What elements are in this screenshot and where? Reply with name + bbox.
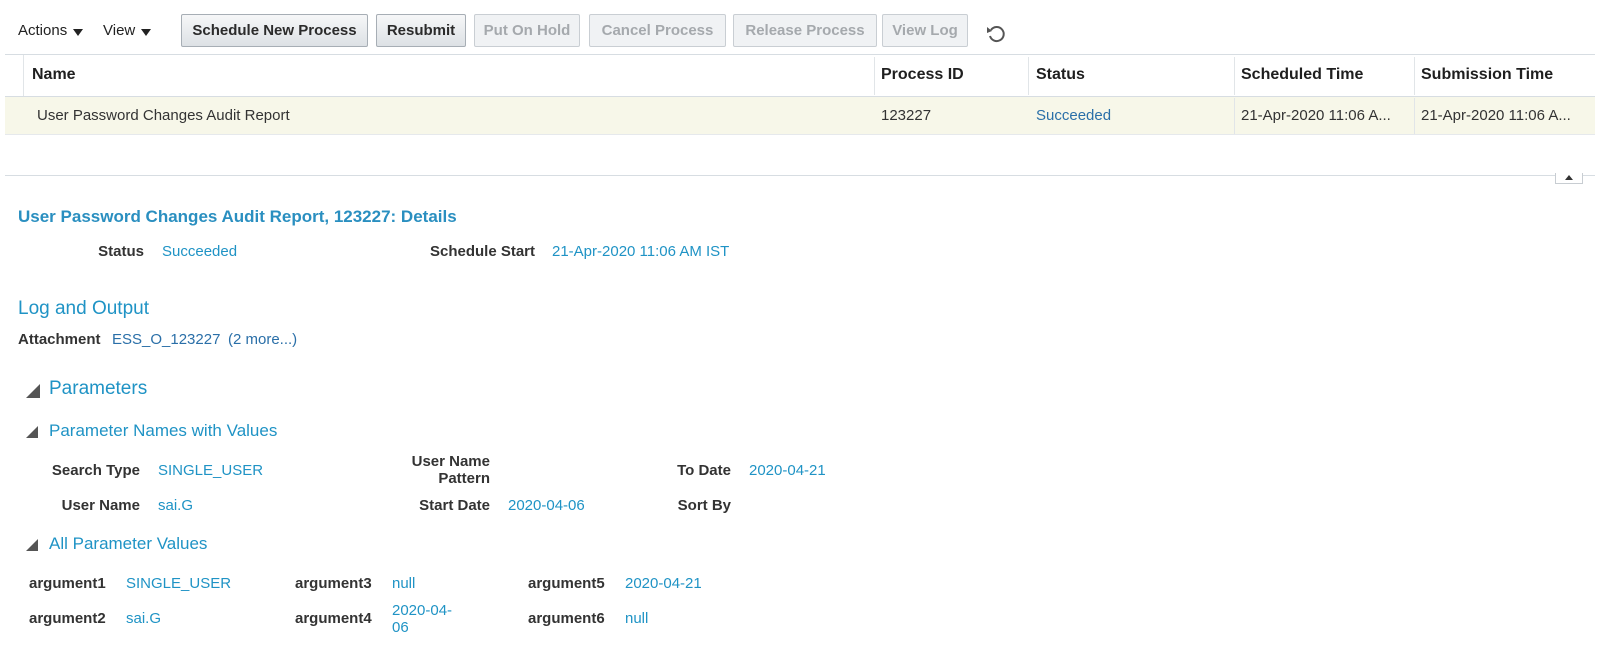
user-name-value: sai.G bbox=[158, 497, 194, 514]
column-header-scheduled-time[interactable]: Scheduled Time bbox=[1241, 66, 1363, 84]
parameters-heading[interactable]: Parameters bbox=[49, 378, 147, 400]
schedule-new-process-button[interactable]: Schedule New Process bbox=[181, 14, 368, 47]
collapse-triangle-icon[interactable] bbox=[26, 426, 38, 438]
cancel-process-button[interactable]: Cancel Process bbox=[589, 14, 726, 47]
column-separator bbox=[1234, 57, 1235, 95]
argument4-value: 2020-04- bbox=[392, 602, 453, 619]
column-separator bbox=[1414, 57, 1415, 95]
row-process-id-cell: 123227 bbox=[881, 107, 932, 124]
actions-menu-label: Actions bbox=[18, 22, 68, 39]
column-separator bbox=[1028, 57, 1029, 95]
chevron-down-icon bbox=[73, 28, 84, 36]
view-menu-label: View bbox=[103, 22, 136, 39]
resubmit-button[interactable]: Resubmit bbox=[376, 14, 466, 47]
column-header-status[interactable]: Status bbox=[1036, 66, 1085, 84]
argument3-label: argument3 bbox=[295, 575, 372, 592]
argument5-label: argument5 bbox=[528, 575, 605, 592]
actions-menu[interactable]: Actions bbox=[18, 22, 84, 39]
argument1-label: argument1 bbox=[29, 575, 106, 592]
put-on-hold-button[interactable]: Put On Hold bbox=[474, 14, 580, 47]
column-separator bbox=[874, 57, 875, 95]
argument1-value: SINGLE_USER bbox=[126, 575, 232, 592]
argument6-value: null bbox=[625, 610, 649, 627]
argument6-label: argument6 bbox=[528, 610, 605, 627]
schedule-start-value: 21-Apr-2020 11:06 AM IST bbox=[552, 243, 730, 260]
argument4-value: 06 bbox=[392, 619, 409, 636]
details-title: User Password Changes Audit Report, 1232… bbox=[18, 207, 457, 226]
status-value: Succeeded bbox=[162, 243, 238, 260]
argument5-value: 2020-04-21 bbox=[625, 575, 702, 592]
chevron-down-icon bbox=[141, 28, 152, 36]
argument3-value: null bbox=[392, 575, 416, 592]
argument2-label: argument2 bbox=[29, 610, 106, 627]
table-top-border bbox=[5, 54, 1595, 55]
column-separator bbox=[1234, 98, 1235, 134]
row-status-cell: Succeeded bbox=[1036, 107, 1112, 124]
column-header-submission-time[interactable]: Submission Time bbox=[1421, 66, 1553, 84]
search-type-label: Search Type bbox=[51, 462, 140, 479]
column-header-process-id[interactable]: Process ID bbox=[881, 66, 964, 84]
column-header-name[interactable]: Name bbox=[32, 66, 76, 84]
details-panel bbox=[5, 175, 1595, 654]
collapse-pane-button[interactable] bbox=[1555, 173, 1583, 184]
collapse-triangle-icon[interactable] bbox=[26, 539, 38, 551]
user-name-pattern-label: Pattern bbox=[438, 470, 490, 487]
user-name-pattern-label: User Name bbox=[411, 453, 490, 470]
to-date-value: 2020-04-21 bbox=[749, 462, 826, 479]
to-date-label: To Date bbox=[677, 462, 731, 479]
all-parameter-values-heading[interactable]: All Parameter Values bbox=[49, 534, 207, 554]
argument2-value: sai.G bbox=[126, 610, 162, 627]
row-name-cell: User Password Changes Audit Report bbox=[37, 107, 290, 124]
start-date-value: 2020-04-06 bbox=[508, 497, 585, 514]
row-scheduled-time-cell: 21-Apr-2020 11:06 A... bbox=[1241, 107, 1391, 124]
search-type-value: SINGLE_USER bbox=[158, 462, 264, 479]
parameter-names-heading[interactable]: Parameter Names with Values bbox=[49, 421, 277, 441]
attachment-more-link[interactable]: (2 more...) bbox=[228, 331, 297, 348]
argument4-label: argument4 bbox=[295, 610, 372, 627]
sort-by-label: Sort By bbox=[677, 497, 731, 514]
schedule-start-label: Schedule Start bbox=[429, 243, 535, 260]
view-log-button[interactable]: View Log bbox=[882, 14, 968, 47]
start-date-label: Start Date bbox=[419, 497, 490, 514]
column-separator bbox=[1414, 98, 1415, 134]
collapse-triangle-icon[interactable] bbox=[26, 384, 40, 398]
attachment-label: Attachment bbox=[18, 331, 101, 348]
row-submission-time-cell: 21-Apr-2020 11:06 A... bbox=[1421, 107, 1571, 124]
view-menu[interactable]: View bbox=[103, 22, 152, 39]
user-name-label: User Name bbox=[61, 497, 140, 514]
refresh-icon[interactable] bbox=[985, 22, 1007, 44]
attachment-link[interactable]: ESS_O_123227 bbox=[112, 331, 220, 348]
log-and-output-heading: Log and Output bbox=[18, 298, 149, 319]
release-process-button[interactable]: Release Process bbox=[733, 14, 877, 47]
row-bottom-border bbox=[5, 134, 1595, 135]
status-label: Status bbox=[98, 243, 144, 260]
